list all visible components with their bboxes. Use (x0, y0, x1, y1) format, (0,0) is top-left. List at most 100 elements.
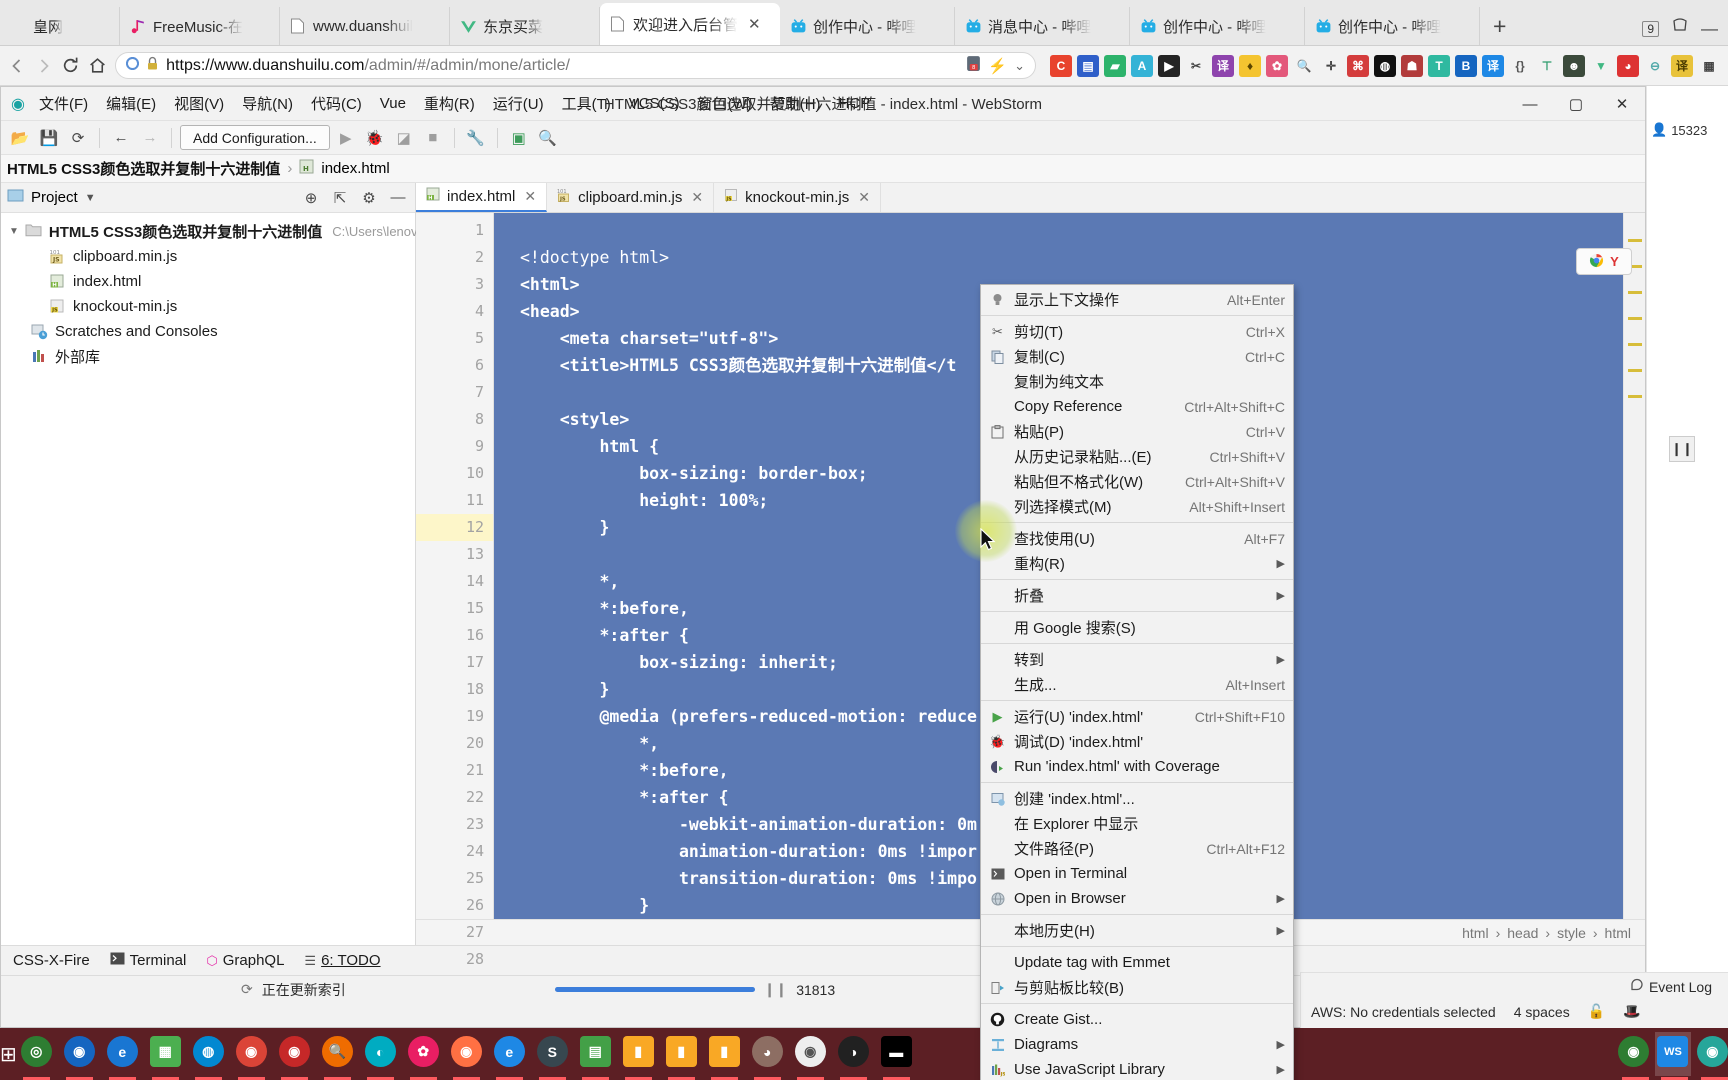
menu-item-paste-from-history[interactable]: 从历史记录粘贴...(E) Ctrl+Shift+V (981, 444, 1293, 469)
coverage-icon[interactable]: ◪ (391, 125, 417, 151)
editor-tab-clipboard[interactable]: 101 JS clipboard.min.js ✕ (547, 183, 715, 212)
menu-item-search-with-google[interactable]: 用 Google 搜索(S) (981, 615, 1293, 640)
menu-item-compare-with-clipboard[interactable]: 与剪贴板比较(B) (981, 975, 1293, 1000)
search-everywhere-icon[interactable]: 🔍 (535, 125, 561, 151)
taskbar-app-orange[interactable]: 🔍 (318, 1032, 357, 1080)
ext-cyan-icon[interactable]: A (1131, 54, 1153, 77)
tree-file-knockout[interactable]: JS knockout-min.js (1, 294, 415, 319)
ext-minus-icon[interactable]: ⊖ (1644, 55, 1666, 77)
ext-crosshair-icon[interactable]: ✛ (1320, 55, 1342, 77)
browser-tab-4-active[interactable]: 欢迎进入后台管 ✕ (600, 3, 780, 45)
taskbar-app-tray-green[interactable]: ◉ (1616, 1032, 1651, 1080)
editor-tab-knockout[interactable]: JS knockout-min.js ✕ (714, 183, 881, 212)
taskbar-app-tray-teal[interactable]: ◉ (1695, 1032, 1728, 1080)
url-bar[interactable]: https://www.duanshuilu.com/admin/#/admin… (115, 52, 1036, 79)
menu-item-show-in-explorer[interactable]: 在 Explorer 中显示 (981, 811, 1293, 836)
close-button[interactable]: ✕ (1599, 87, 1645, 121)
tree-file-index[interactable]: H index.html (1, 269, 415, 294)
toolwindow-todo[interactable]: ☰ 6: TODO (304, 952, 380, 969)
menu-edit[interactable]: 编辑(E) (98, 90, 164, 117)
add-configuration-button[interactable]: Add Configuration... (180, 125, 330, 150)
peek-pause-button[interactable]: ❙❙ (1669, 436, 1695, 462)
open-icon[interactable]: 📂 (7, 125, 33, 151)
toolwindow-css-x-fire[interactable]: CSS-X-Fire (13, 952, 90, 969)
taskbar-app-edge[interactable]: e (103, 1032, 142, 1080)
breadcrumb-file[interactable]: index.html (321, 160, 389, 177)
aws-credentials-label[interactable]: AWS: No credentials selected (1311, 1004, 1496, 1020)
taskbar-app-cookie[interactable]: ◕ (748, 1032, 787, 1080)
menu-item-show-context-actions[interactable]: 显示上下文操作 Alt+Enter (981, 287, 1293, 312)
ext-b-icon[interactable]: B (1455, 54, 1477, 77)
minimize-button[interactable]: — (1507, 87, 1553, 121)
start-button[interactable]: ⊞ (0, 1028, 17, 1080)
browser-tab-2[interactable]: www.duanshuil (280, 7, 450, 45)
menu-item-open-in-terminal[interactable]: Open in Terminal (981, 861, 1293, 886)
menu-item-goto[interactable]: 转到 ▶ (981, 647, 1293, 672)
taskbar-app-webstorm[interactable]: WS (1655, 1032, 1691, 1080)
taskbar-app-cmd[interactable]: ▬ (877, 1032, 916, 1080)
close-icon[interactable]: ✕ (748, 15, 761, 33)
tree-root[interactable]: ▼ HTML5 CSS3颜色选取并复制十六进制值 C:\Users\lenov (1, 219, 418, 244)
editor-breadcrumb-item[interactable]: head (1507, 925, 1538, 941)
close-icon[interactable]: ✕ (524, 188, 536, 205)
save-icon[interactable]: 💾 (36, 125, 62, 151)
block-icon[interactable]: 8 (966, 55, 981, 77)
chevron-down-icon[interactable]: ▼ (85, 192, 96, 204)
ext-translate2-icon[interactable]: 译 (1482, 54, 1504, 77)
project-structure-icon[interactable]: ▣ (506, 125, 532, 151)
menu-item-update-tag-with-emmet[interactable]: Update tag with Emmet (981, 950, 1293, 975)
search-icon[interactable]: 🔍 (1293, 55, 1315, 77)
ext-pink-icon[interactable]: ✿ (1266, 54, 1288, 77)
menu-vue[interactable]: Vue (372, 92, 414, 115)
toolwindow-terminal[interactable]: Terminal (110, 952, 186, 969)
taskbar-app-folder-3[interactable]: ▮ (705, 1032, 744, 1080)
taskbar-app-ms[interactable]: ▤ (576, 1032, 615, 1080)
pause-indexing-icon[interactable]: ❙❙ (764, 981, 787, 998)
taskbar-app-folder-2[interactable]: ▮ (662, 1032, 701, 1080)
ext-maroon-icon[interactable]: ☗ (1401, 54, 1423, 77)
stop-icon[interactable]: ■ (420, 125, 446, 151)
chevron-down-icon[interactable]: ▼ (9, 226, 19, 237)
taskbar-app-folder-1[interactable]: ▮ (619, 1032, 658, 1080)
tree-external-libraries[interactable]: 外部库 (1, 344, 415, 369)
tab-organize-icon[interactable] (1671, 17, 1689, 40)
indent-label[interactable]: 4 spaces (1514, 1004, 1570, 1020)
collapse-all-icon[interactable]: ⇱ (329, 187, 351, 209)
editor-breadcrumb-item[interactable]: html (1605, 925, 1631, 941)
menu-tools[interactable]: 工具(T) (554, 90, 619, 117)
editor-breadcrumb-item[interactable]: style (1557, 925, 1586, 941)
close-icon[interactable]: ✕ (858, 189, 870, 206)
taskbar-app-blue-1[interactable]: ◉ (60, 1032, 99, 1080)
ext-grid-icon[interactable]: ▦ (1698, 55, 1720, 77)
taskbar-app-task-view[interactable]: ◎ (17, 1032, 56, 1080)
chevron-down-icon[interactable]: ⌄ (1014, 58, 1025, 74)
maximize-button[interactable]: ▢ (1553, 87, 1599, 121)
menu-view[interactable]: 视图(V) (166, 90, 232, 117)
menu-item-local-history[interactable]: 本地历史(H) ▶ (981, 918, 1293, 943)
menu-item-run-with-coverage[interactable]: Run 'index.html' with Coverage (981, 754, 1293, 779)
menu-item-generate[interactable]: 生成... Alt+Insert (981, 672, 1293, 697)
menu-code[interactable]: 代码(C) (303, 90, 370, 117)
taskbar-app-firefox[interactable]: ◉ (447, 1032, 486, 1080)
taskbar-app-cyan[interactable]: ◍ (189, 1032, 228, 1080)
reload-icon[interactable] (61, 53, 80, 79)
ext-translate3-icon[interactable]: 译 (1671, 54, 1693, 77)
debug-icon[interactable]: 🐞 (362, 125, 388, 151)
window-minimize-icon[interactable]: — (1701, 19, 1718, 39)
ext-blue-icon[interactable]: ▤ (1077, 54, 1099, 77)
menu-item-cut[interactable]: ✂ 剪切(T) Ctrl+X (981, 319, 1293, 344)
menu-item-find-usages[interactable]: 查找使用(U) Alt+F7 (981, 526, 1293, 551)
close-icon[interactable]: ✕ (691, 189, 703, 206)
forward-icon[interactable]: → (137, 125, 163, 151)
hide-panel-icon[interactable]: — (387, 187, 409, 209)
scissors-icon[interactable]: ✂ (1185, 55, 1207, 77)
menu-run[interactable]: 运行(U) (485, 90, 552, 117)
sync-icon[interactable]: ⟳ (65, 125, 91, 151)
home-icon[interactable] (88, 53, 107, 79)
menu-item-paste-without-formatting[interactable]: 粘贴但不格式化(W) Ctrl+Alt+Shift+V (981, 469, 1293, 494)
run-icon[interactable]: ▶ (333, 125, 359, 151)
taskbar-app-ie[interactable]: e (490, 1032, 529, 1080)
menu-navigate[interactable]: 导航(N) (234, 90, 301, 117)
menu-item-open-in-browser[interactable]: Open in Browser ▶ (981, 886, 1293, 911)
browser-tab-5[interactable]: 创作中心 - 哔哩 (780, 7, 955, 45)
